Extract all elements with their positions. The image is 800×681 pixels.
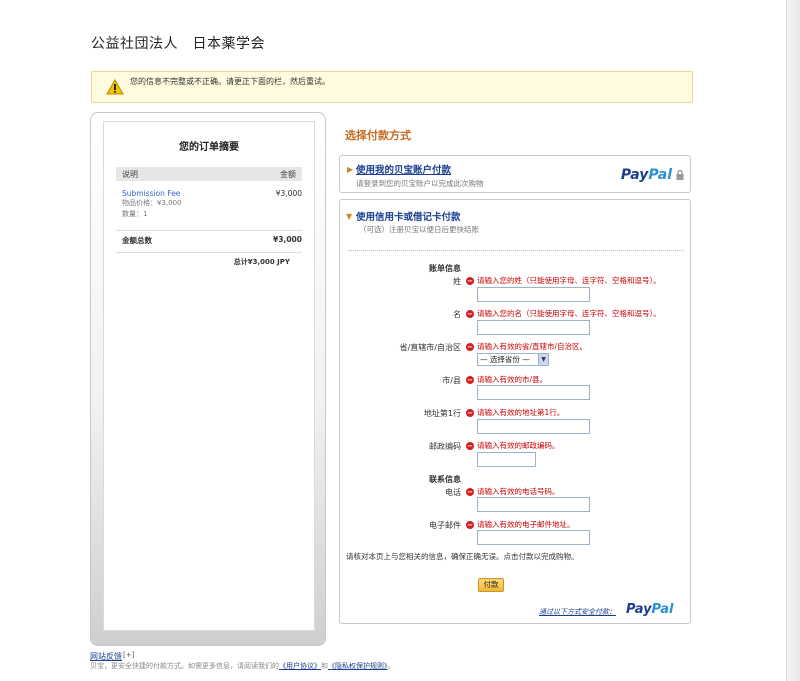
paypal-login-link[interactable]: 使用我的贝宝账户付款 [356, 162, 451, 176]
paypal-logo: PayPal [620, 167, 672, 183]
card-payment-option: ▼ 使用信用卡或借记卡付款 （可选）注册贝宝以便日后更快结账 账单信息 姓 − 请… [339, 199, 691, 624]
first-name-error: − 请输入您的名（只能使用字母、连字符、空格和逗号）。 [466, 309, 661, 318]
province-select[interactable]: — 选择省份 — ▼ [477, 353, 549, 366]
subtotal-amount: ¥3,000 [273, 235, 302, 244]
divider [116, 230, 302, 231]
error-icon: − [466, 276, 474, 285]
last-name-input[interactable] [477, 287, 590, 302]
confirm-text: 请核对本页上与您相关的信息，确保正确无误。点击付款以完成购物。 [346, 552, 579, 561]
expand-arrow-icon: ▶ [347, 165, 354, 174]
privacy-policy-link[interactable]: 《隐私权保护规则》 [328, 662, 388, 670]
postal-code-label: 邮政编码 [429, 442, 461, 451]
phone-input[interactable] [477, 497, 590, 512]
error-icon: − [466, 342, 474, 351]
secure-payment-link[interactable]: 通过以下方式安全付款： [539, 607, 616, 617]
lock-icon [676, 169, 684, 180]
subtotal-label: 金额总数 [122, 236, 152, 245]
email-label: 电子邮件 [429, 521, 461, 530]
error-icon: − [466, 375, 474, 384]
phone-label: 电话 [445, 488, 461, 497]
error-icon: − [466, 487, 474, 496]
order-summary-panel: 您的订单摘要 说明 金额 Submission Fee ¥3,000 物品价格：… [90, 112, 326, 646]
province-error: − 请输入有效的省/直辖市/自治区。 [466, 342, 588, 351]
window-scrollbar-edge [786, 0, 800, 681]
item-name-link[interactable]: Submission Fee [122, 189, 180, 198]
first-name-label: 名 [453, 310, 461, 319]
city-input[interactable] [477, 385, 590, 400]
contact-info-label: 联系信息 [429, 475, 461, 484]
footer-text: 贝宝，更安全快捷的付款方式。如需更多信息，请阅读我们的《用户协议》和《隐私权保护… [90, 662, 395, 670]
item-quantity: 数量：1 [122, 210, 148, 218]
last-name-label: 姓 [453, 277, 461, 286]
summary-item-row: Submission Fee ¥3,000 [122, 189, 302, 198]
last-name-error: − 请输入您的姓（只能使用字母、连字符、空格和逗号）。 [466, 276, 661, 285]
order-summary-title: 您的订单摘要 [179, 142, 239, 153]
paypal-login-subtext: 请登录到您的贝宝账户以完成此次购物 [356, 179, 484, 188]
paypal-login-option[interactable]: ▶ 使用我的贝宝账户付款 请登录到您的贝宝账户以完成此次购物 PayPal [339, 155, 691, 193]
col-amount: 金额 [280, 169, 296, 179]
alert-message: 您的信息不完整或不正确。请更正下面的栏，然后重试。 [130, 76, 330, 86]
error-icon: − [466, 309, 474, 318]
chevron-down-icon[interactable]: ▼ [538, 354, 548, 365]
col-description: 说明 [122, 169, 138, 179]
user-agreement-link[interactable]: 《用户协议》 [279, 662, 321, 670]
warning-icon [106, 79, 124, 95]
province-label: 省/直辖市/自治区 [399, 343, 461, 352]
province-select-value: — 选择省份 — [480, 355, 530, 364]
collapse-arrow-icon: ▼ [346, 212, 353, 221]
email-error: − 请输入有效的电子邮件地址。 [466, 520, 575, 529]
error-alert: 您的信息不完整或不正确。请更正下面的栏，然后重试。 [91, 71, 693, 103]
order-summary-inner: 您的订单摘要 说明 金额 Submission Fee ¥3,000 物品价格：… [103, 121, 315, 631]
email-input[interactable] [477, 530, 590, 545]
subtotal-row: 金额总数 ¥3,000 [122, 235, 302, 246]
city-error: − 请输入有效的市/县。 [466, 375, 548, 384]
postal-code-error: − 请输入有效的邮政编码。 [466, 441, 560, 450]
divider [348, 250, 684, 251]
item-amount: ¥3,000 [275, 189, 302, 198]
error-icon: − [466, 408, 474, 417]
grand-total: 总计¥3,000 JPY [233, 258, 290, 266]
choose-payment-title: 选择付款方式 [345, 129, 411, 142]
divider [116, 252, 302, 253]
feedback-expand-icon[interactable]: [+] [123, 651, 134, 659]
postal-code-input[interactable] [477, 452, 536, 467]
billing-info-label: 账单信息 [429, 264, 461, 273]
summary-header-row: 说明 金额 [116, 167, 302, 181]
card-payment-subtext: （可选）注册贝宝以便日后更快结账 [359, 225, 479, 234]
phone-error: − 请输入有效的电话号码。 [466, 487, 560, 496]
error-icon: − [466, 441, 474, 450]
merchant-name: 公益社団法人 日本薬学会 [91, 36, 265, 52]
first-name-input[interactable] [477, 320, 590, 335]
address-line1-input[interactable] [477, 419, 590, 434]
pay-button[interactable]: 付款 [478, 578, 504, 592]
address-error: − 请输入有效的地址第1行。 [466, 408, 565, 417]
item-price: 物品价格：¥3,000 [122, 199, 182, 207]
error-icon: − [466, 520, 474, 529]
paypal-logo: PayPal [626, 602, 674, 617]
card-payment-title[interactable]: 使用信用卡或借记卡付款 [356, 209, 461, 223]
city-label: 市/县 [442, 376, 461, 385]
address-label: 地址第1行 [423, 409, 461, 418]
